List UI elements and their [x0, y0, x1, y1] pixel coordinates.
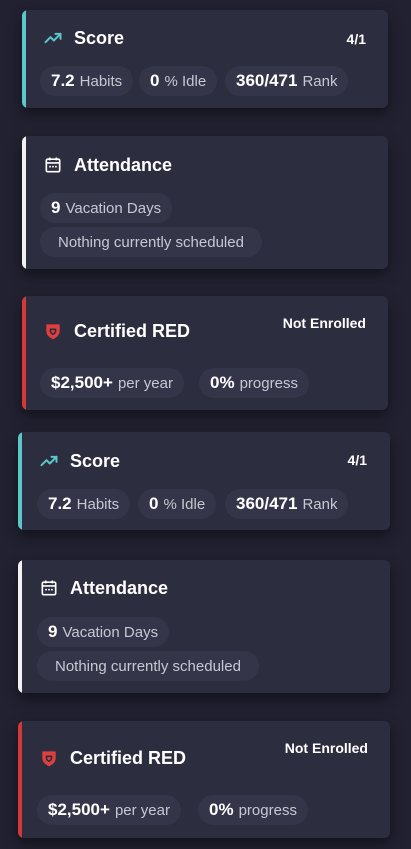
enrollment-status: Not Enrolled — [282, 315, 366, 331]
card-title-text: Score — [70, 450, 121, 471]
certified-red-card[interactable]: Certified RED Not Enrolled $2,500+ per y… — [18, 721, 390, 838]
attendance-card[interactable]: Attendance 9 Vacation Days Nothing curre… — [18, 560, 390, 693]
schedule-note-text: Nothing currently scheduled — [55, 657, 241, 675]
stat-value: 9 — [51, 198, 61, 217]
card-title-text: Certified RED — [74, 320, 191, 341]
red-shield-logo-icon — [38, 747, 60, 769]
score-card[interactable]: Score 4/1 7.2 Habits 0 % Idle 360/471 Ra… — [18, 432, 390, 530]
card-title: Certified RED — [42, 320, 190, 342]
card-title: Attendance — [38, 577, 168, 599]
stat-label: % Idle — [163, 495, 206, 513]
idle-stat: 0 % Idle — [138, 489, 217, 519]
progress-stat: 0% progress — [198, 795, 308, 825]
card-title-text: Certified RED — [70, 747, 187, 768]
trending-up-icon — [42, 27, 64, 49]
habits-stat: 7.2 Habits — [37, 489, 131, 519]
stat-label: per year — [114, 801, 170, 819]
card-title-text: Attendance — [70, 577, 169, 598]
calendar-icon — [42, 154, 64, 176]
stat-value: 360/471 — [236, 71, 298, 90]
score-ratio: 4/1 — [347, 452, 367, 468]
stat-label: Vacation Days — [65, 199, 162, 217]
schedule-note: Nothing currently scheduled — [40, 227, 262, 257]
stat-label: progress — [238, 801, 297, 819]
rank-stat: 360/471 Rank — [225, 489, 349, 519]
stat-value: $2,500+ — [48, 800, 110, 819]
stat-value: 7.2 — [48, 494, 72, 513]
stat-label: % Idle — [164, 72, 207, 90]
certified-red-card[interactable]: Certified RED Not Enrolled $2,500+ per y… — [22, 296, 388, 410]
stat-label: Habits — [76, 495, 120, 513]
stat-value: 9 — [48, 622, 58, 641]
stat-label: Habits — [79, 72, 123, 90]
vacation-days-stat: 9 Vacation Days — [40, 193, 173, 223]
score-card[interactable]: Score 4/1 7.2 Habits 0 % Idle 360/471 Ra… — [22, 10, 388, 108]
rank-stat: 360/471 Rank — [225, 66, 349, 96]
habits-stat: 7.2 Habits — [40, 66, 134, 96]
card-title-text: Attendance — [74, 154, 173, 175]
stat-value: 0% — [209, 800, 234, 819]
card-title: Certified RED — [38, 747, 186, 769]
stat-value: 360/471 — [236, 494, 298, 513]
stat-label: progress — [239, 374, 298, 392]
stat-value: 0 — [149, 494, 159, 513]
idle-stat: 0 % Idle — [139, 66, 218, 96]
stat-value: 0 — [150, 71, 160, 90]
stat-value: $2,500+ — [51, 373, 113, 392]
enrollment-status: Not Enrolled — [284, 740, 368, 756]
card-title-text: Score — [74, 27, 125, 48]
card-accent-bar — [22, 10, 26, 108]
vacation-days-stat: 9 Vacation Days — [37, 617, 170, 647]
card-accent-bar — [18, 721, 22, 838]
schedule-note: Nothing currently scheduled — [37, 651, 259, 681]
stat-value: 0% — [210, 373, 235, 392]
attendance-card[interactable]: Attendance 9 Vacation Days Nothing curre… — [22, 136, 388, 269]
red-shield-logo-icon — [42, 320, 64, 342]
card-accent-bar — [18, 560, 22, 693]
card-accent-bar — [22, 296, 26, 410]
stat-label: per year — [117, 374, 173, 392]
stat-label: Rank — [302, 72, 338, 90]
salary-stat: $2,500+ per year — [37, 795, 181, 825]
card-title: Attendance — [42, 154, 172, 176]
card-title: Score — [38, 450, 120, 472]
card-title: Score — [42, 27, 124, 49]
trending-up-icon — [38, 450, 60, 472]
progress-stat: 0% progress — [199, 368, 309, 398]
score-ratio: 4/1 — [346, 31, 366, 47]
card-accent-bar — [18, 432, 22, 530]
stat-value: 7.2 — [51, 71, 75, 90]
calendar-icon — [38, 577, 60, 599]
stat-label: Vacation Days — [62, 623, 159, 641]
card-accent-bar — [22, 136, 26, 269]
stat-label: Rank — [302, 495, 338, 513]
schedule-note-text: Nothing currently scheduled — [58, 233, 244, 251]
salary-stat: $2,500+ per year — [40, 368, 184, 398]
